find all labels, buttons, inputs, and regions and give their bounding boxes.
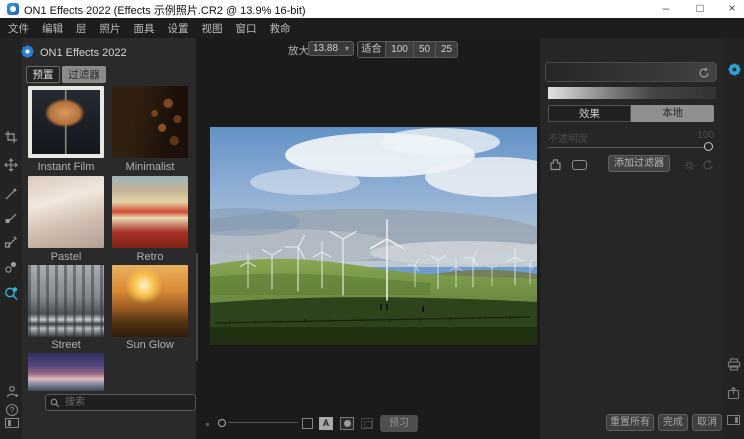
gradient-strip (548, 87, 716, 99)
search-input[interactable] (63, 396, 191, 409)
zoom-value: 13.88 (313, 43, 338, 54)
amount-slider-box[interactable] (545, 62, 717, 82)
filter-reset-icon[interactable] (702, 158, 714, 170)
minimize-button[interactable]: – (654, 0, 678, 18)
tab-presets[interactable]: 预置 (26, 66, 60, 83)
export-share-icon[interactable] (727, 386, 742, 401)
zoom-label: 放大 (288, 43, 309, 58)
masking-brush-icon[interactable] (4, 187, 18, 201)
add-filter-button[interactable]: 添加过滤器 (608, 155, 670, 172)
effects-gear-icon (20, 44, 35, 59)
view-zoom-tool-icon[interactable] (4, 286, 18, 300)
mask-view-icon[interactable] (340, 417, 354, 430)
menu-edit[interactable]: 编辑 (42, 21, 63, 36)
preset-label: Minimalist (112, 161, 188, 173)
opacity-label: 不透明度 (548, 130, 588, 145)
menu-window[interactable]: 窗口 (236, 21, 257, 36)
soft-proof-icon[interactable] (361, 418, 373, 429)
fit-button[interactable]: 适合 (358, 42, 386, 57)
left-panel-toggle-icon[interactable] (5, 418, 19, 428)
tab-filters[interactable]: 过滤器 (62, 66, 106, 83)
mask-preview-icon[interactable] (572, 160, 587, 170)
left-tool-strip: ? (0, 38, 22, 439)
thumb-size-slider-track[interactable] (228, 422, 298, 423)
preset-label: Sun Glow (112, 339, 188, 351)
reset-all-button[interactable]: 重置所有 (606, 414, 654, 431)
menu-photo[interactable]: 照片 (100, 21, 121, 36)
settings-gear-icon[interactable] (727, 62, 742, 77)
tab-effects[interactable]: 效果 (548, 105, 631, 122)
user-account-icon[interactable] (6, 385, 19, 398)
preset-label: Retro (112, 251, 188, 263)
print-icon[interactable] (727, 358, 742, 373)
preset-label: Instant Film (28, 161, 104, 173)
right-panel-toggle-icon[interactable] (727, 415, 740, 425)
menu-bar: 文件 编辑 层 照片 面具 设置 视图 窗口 救命 (0, 18, 744, 38)
menu-layer[interactable]: 层 (76, 21, 87, 36)
preset-thumb-street[interactable] (28, 265, 104, 337)
help-icon[interactable]: ? (6, 404, 18, 416)
masking-bug-icon[interactable] (4, 211, 18, 225)
menu-help[interactable]: 救命 (270, 21, 291, 36)
zoom-100-button[interactable]: 100 (386, 42, 414, 57)
menu-file[interactable]: 文件 (8, 21, 29, 36)
panel-scrollbar[interactable] (196, 253, 198, 361)
presets-panel: ON1 Effects 2022 预置 过滤器 Instant Film Min… (22, 38, 196, 439)
original-view-toggle[interactable]: A (319, 417, 333, 430)
compare-square-icon[interactable] (302, 418, 313, 429)
preset-thumb-minimalist[interactable] (112, 86, 188, 158)
menu-view[interactable]: 视图 (202, 21, 223, 36)
right-tool-strip (722, 38, 744, 439)
opacity-slider-handle[interactable] (704, 142, 713, 151)
window-title: ON1 Effects 2022 (Effects 示例照片.CR2 @ 13.… (24, 2, 306, 18)
effects-panel: 效果 本地 不透明度 100 添加过滤器 (540, 38, 722, 439)
zoom-level-select[interactable]: 13.88 ▾ (308, 41, 354, 56)
opacity-slider-track[interactable] (548, 147, 713, 148)
preset-label: Street (28, 339, 104, 351)
done-button[interactable]: 完成 (658, 414, 688, 431)
preset-thumb-instant-film[interactable] (28, 86, 104, 158)
photo-wind-turbines[interactable] (210, 127, 537, 345)
preset-thumb-sun-glow[interactable] (112, 265, 188, 337)
preset-label: Pastel (28, 251, 104, 263)
preview-button[interactable]: 预习 (380, 415, 418, 432)
preset-thumb-partial[interactable] (28, 353, 104, 391)
filter-options-gear-icon[interactable] (684, 158, 695, 169)
preset-thumb-pastel[interactable] (28, 176, 104, 248)
tab-local[interactable]: 本地 (631, 105, 714, 122)
zoom-25-button[interactable]: 25 (436, 42, 457, 57)
panel-title: ON1 Effects 2022 (40, 47, 127, 59)
preset-search-box (45, 394, 196, 411)
chevron-down-icon: ▾ (345, 44, 349, 53)
maximize-button[interactable]: □ (688, 0, 712, 18)
on1-effects-window: ON1 Effects 2022 (Effects 示例照片.CR2 @ 13.… (0, 0, 744, 439)
zoom-fit-group: 适合 100 50 25 (357, 41, 458, 58)
opacity-value: 100 (690, 130, 714, 141)
preset-thumb-retro[interactable] (112, 176, 188, 248)
thumb-size-min-icon (206, 423, 209, 426)
retouch-circles-icon[interactable] (4, 260, 18, 274)
menu-mask[interactable]: 面具 (134, 21, 155, 36)
app-logo-icon (7, 3, 19, 15)
thumb-size-slider-handle[interactable] (218, 419, 226, 427)
zoom-50-button[interactable]: 50 (414, 42, 436, 57)
luminosity-mask-icon[interactable] (549, 158, 562, 171)
search-icon (50, 398, 60, 408)
reset-arrow-icon[interactable] (698, 66, 710, 78)
title-bar: ON1 Effects 2022 (Effects 示例照片.CR2 @ 13.… (0, 0, 744, 18)
move-tool-icon[interactable] (4, 158, 18, 172)
menu-settings[interactable]: 设置 (168, 21, 189, 36)
cancel-button[interactable]: 取消 (692, 414, 722, 431)
crop-tool-icon[interactable] (4, 130, 18, 144)
local-brush-icon[interactable] (4, 235, 18, 249)
close-button[interactable]: × (720, 0, 744, 18)
